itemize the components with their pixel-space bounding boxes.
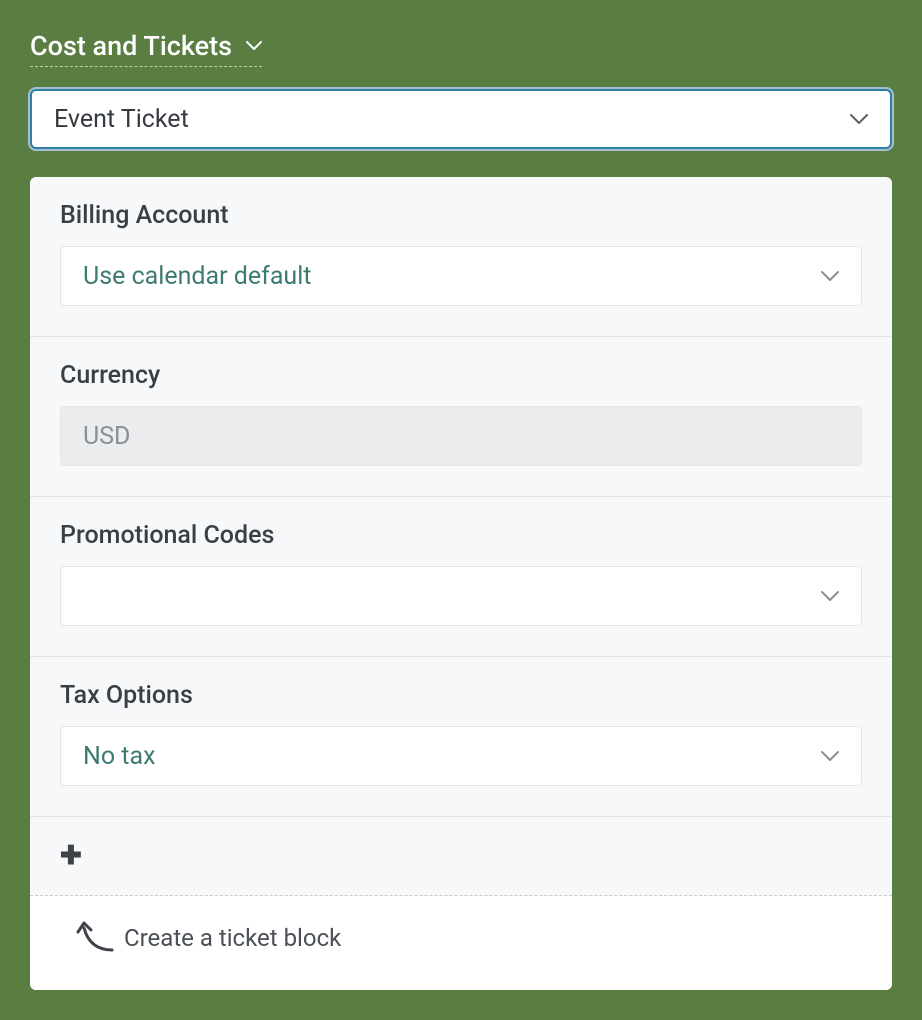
- promo-label: Promotional Codes: [60, 521, 862, 550]
- tax-select[interactable]: No tax: [60, 726, 862, 786]
- currency-row: Currency USD: [30, 337, 892, 497]
- ticket-type-value: Event Ticket: [54, 105, 189, 134]
- add-ticket-block-button[interactable]: ✚: [30, 817, 892, 896]
- billing-value: Use calendar default: [83, 262, 311, 291]
- tax-label: Tax Options: [60, 681, 862, 710]
- billing-select[interactable]: Use calendar default: [60, 246, 862, 306]
- tax-value: No tax: [83, 742, 155, 771]
- currency-label: Currency: [60, 361, 862, 390]
- currency-field: USD: [60, 406, 862, 466]
- billing-row: Billing Account Use calendar default: [30, 177, 892, 337]
- chevron-down-icon: [246, 41, 262, 51]
- billing-label: Billing Account: [60, 201, 862, 230]
- section-title: Cost and Tickets: [30, 30, 232, 62]
- tax-row: Tax Options No tax: [30, 657, 892, 817]
- hint-text: Create a ticket block: [124, 924, 341, 952]
- ticket-type-select[interactable]: Event Ticket: [30, 89, 892, 149]
- ticket-form: Billing Account Use calendar default Cur…: [30, 177, 892, 990]
- chevron-down-icon: [821, 751, 839, 762]
- promo-select[interactable]: [60, 566, 862, 626]
- create-ticket-hint: Create a ticket block: [30, 896, 892, 990]
- section-header[interactable]: Cost and Tickets: [30, 30, 262, 67]
- chevron-down-icon: [821, 271, 839, 282]
- promo-row: Promotional Codes: [30, 497, 892, 657]
- arrow-up-left-icon: [76, 920, 116, 954]
- chevron-down-icon: [821, 591, 839, 602]
- plus-icon: ✚: [60, 841, 82, 871]
- currency-value: USD: [83, 422, 130, 451]
- chevron-down-icon: [850, 114, 868, 125]
